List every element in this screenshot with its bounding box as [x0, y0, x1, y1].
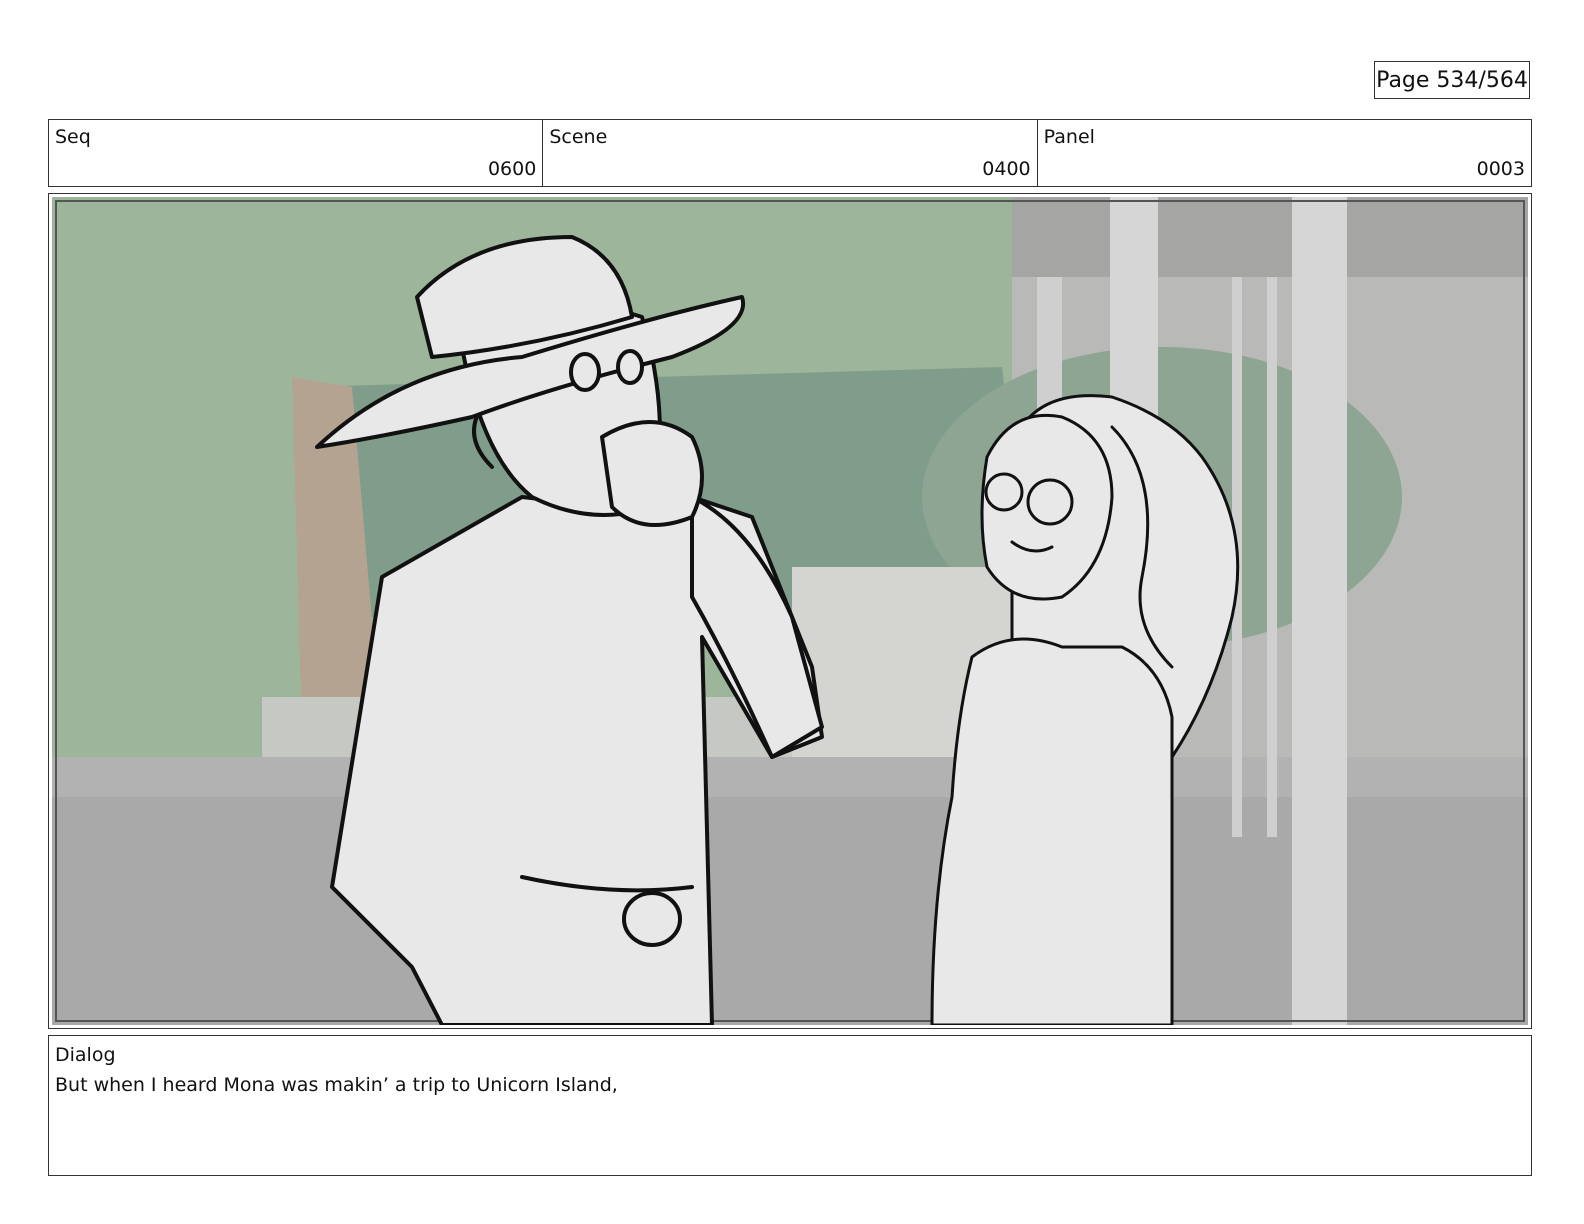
- seq-cell: Seq 0600: [49, 120, 544, 186]
- seq-label: Seq: [55, 126, 91, 148]
- storyboard-frame: [48, 193, 1532, 1029]
- dialog-label: Dialog: [55, 1044, 116, 1066]
- storyboard-sketch-image: [52, 197, 1528, 1025]
- dialog-box: Dialog But when I heard Mona was makin’ …: [48, 1035, 1532, 1176]
- scene-cell: Scene 0400: [543, 120, 1038, 186]
- seq-value: 0600: [487, 158, 537, 180]
- panel-label: Panel: [1043, 126, 1095, 148]
- dialog-text: But when I heard Mona was makin’ a trip …: [55, 1074, 618, 1096]
- scene-value: 0400: [982, 158, 1031, 180]
- panel-value: 0003: [1476, 158, 1525, 180]
- scene-label: Scene: [549, 126, 608, 148]
- page-number: Page 534/564: [1374, 61, 1530, 99]
- panel-cell: Panel 0003: [1038, 120, 1531, 186]
- panel-header: Seq 0600 Scene 0400 Panel 0003: [48, 119, 1532, 187]
